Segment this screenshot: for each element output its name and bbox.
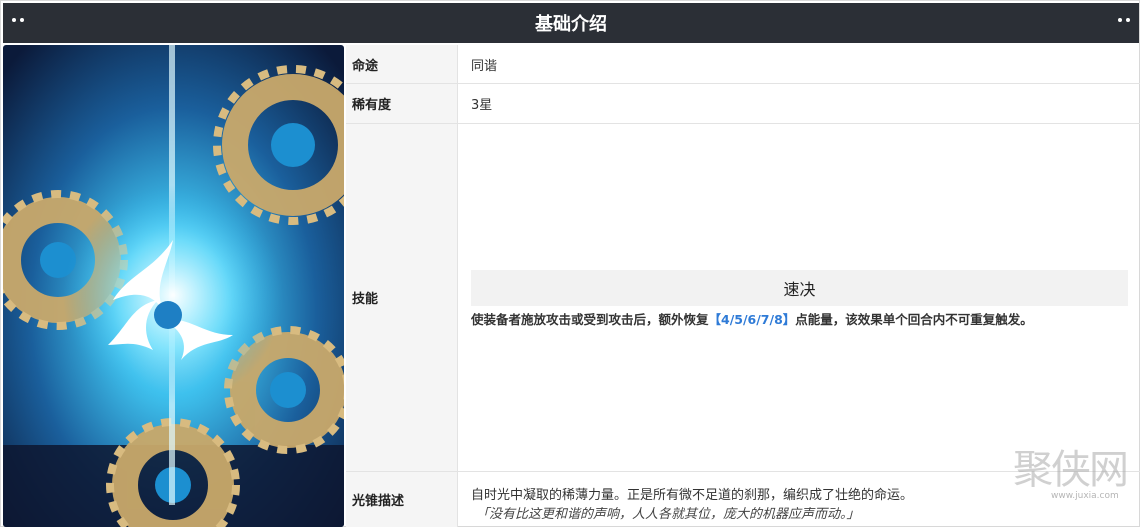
header-dots-right-icon	[1118, 18, 1130, 22]
lore-line-2: 「没有比这更和谐的声响，人人各就其位，庞大的机器应声而动。」	[476, 507, 860, 522]
light-cone-artwork	[3, 45, 344, 527]
section-title: 基础介绍	[535, 14, 607, 35]
skill-desc-text: 使装备者施放攻击或受到攻击后，额外恢复	[471, 312, 709, 327]
info-panel: 基础介绍 命途 同谐 稀有度 3星 技能 速决 使装备者施放攻击或受到攻击后，额…	[0, 0, 1140, 527]
path-label: 命途	[346, 45, 458, 83]
skill-desc-text-end: 点能量，该效果单个回合内不可重复触发。	[795, 312, 1033, 327]
path-value: 同谐	[471, 58, 498, 74]
skill-desc-highlight: 【4/5/6/7/8】	[708, 312, 796, 327]
skill-label: 技能	[346, 124, 458, 471]
section-header: 基础介绍	[3, 3, 1139, 43]
lore-line-1: 自时光中凝取的稀薄力量。正是所有微不足道的刹那，编织成了壮绝的命运。	[471, 488, 914, 503]
lore-label: 光锥描述	[346, 472, 458, 527]
rarity-value: 3星	[471, 98, 493, 113]
rarity-label: 稀有度	[346, 84, 458, 123]
row-path: 命途 同谐	[346, 45, 1140, 84]
header-dots-left-icon	[12, 18, 24, 22]
watermark-text: 聚侠网	[1013, 447, 1129, 493]
skill-name: 速决	[471, 270, 1128, 306]
row-rarity: 稀有度 3星	[346, 84, 1140, 124]
row-skill: 技能 速决 使装备者施放攻击或受到攻击后，额外恢复【4/5/6/7/8】点能量，…	[346, 124, 1140, 472]
watermark-logo: 聚侠网 www.juxia.com	[1013, 437, 1133, 507]
skill-description: 使装备者施放攻击或受到攻击后，额外恢复【4/5/6/7/8】点能量，该效果单个回…	[471, 309, 1131, 328]
watermark-url: www.juxia.com	[1051, 491, 1119, 501]
